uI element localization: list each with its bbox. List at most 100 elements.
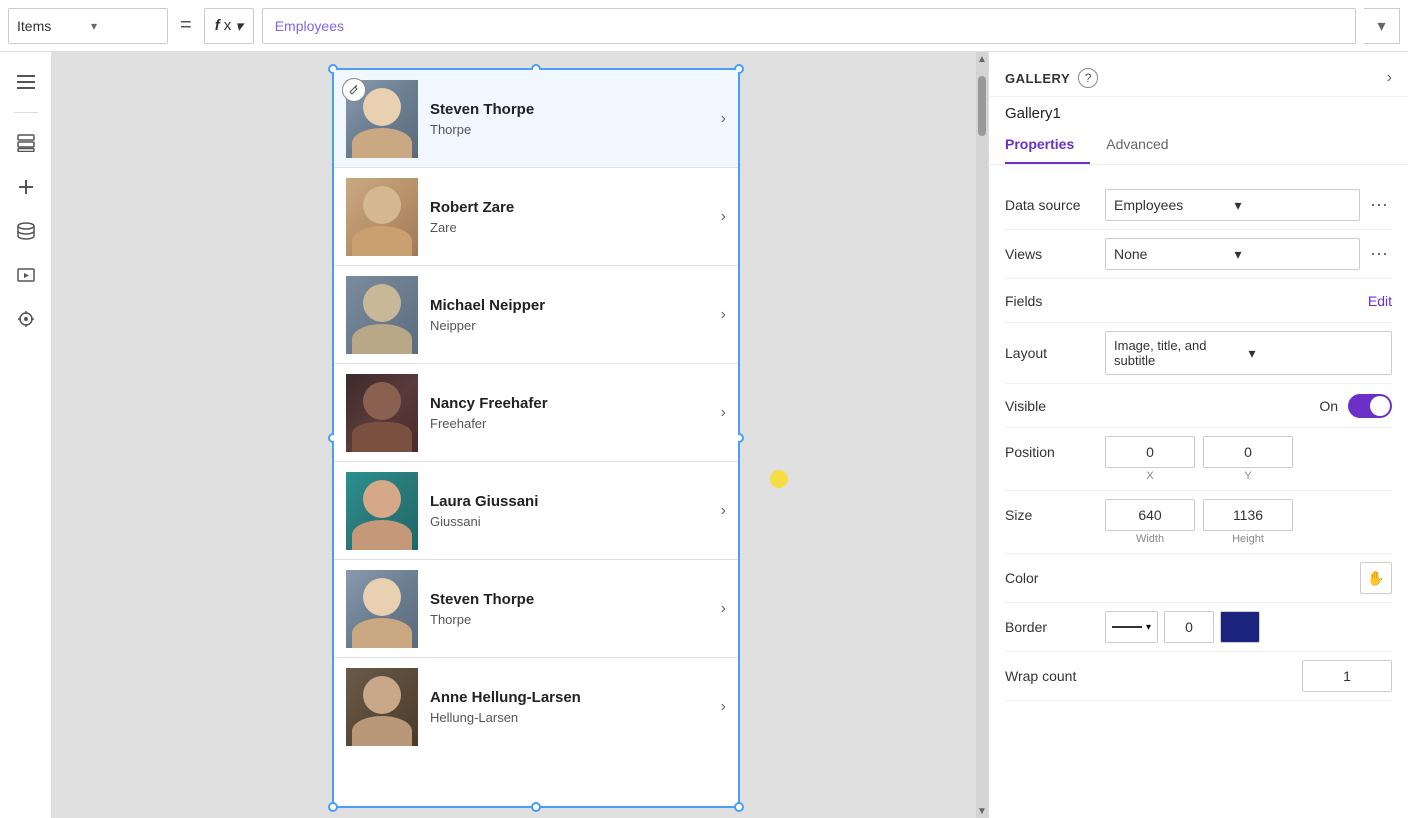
items-dropdown-chevron: ▾ [91,19,159,33]
views-label: Views [1005,246,1105,262]
data-source-label: Data source [1005,197,1105,213]
size-row: Size 640 Width 1136 Height [1005,491,1392,554]
color-control: ✋ [1105,562,1392,594]
gallery-container[interactable]: Steven Thorpe Thorpe › Robert Zare Zare … [332,68,740,808]
gallery-item[interactable]: Laura Giussani Giussani › [334,462,738,560]
gallery-item-arrow[interactable]: › [721,208,726,226]
size-width-field[interactable]: 640 [1105,499,1195,531]
wrap-count-field[interactable]: 1 [1302,660,1392,692]
visible-row: Visible On [1005,384,1392,428]
gallery-name: Gallery1 [989,97,1408,126]
gallery-item-subtitle: Zare [430,220,709,235]
gallery-item-title: Steven Thorpe [430,101,709,118]
help-icon[interactable]: ? [1078,68,1098,88]
data-source-dropdown[interactable]: Employees ▾ [1105,189,1360,221]
views-more[interactable]: ⋯ [1366,244,1392,265]
gallery-item-text: Michael Neipper Neipper [418,297,721,333]
gallery-item-arrow[interactable]: › [721,306,726,324]
fx-label: f [215,17,220,34]
gallery-item[interactable]: Steven Thorpe Thorpe › [334,560,738,658]
layout-dropdown[interactable]: Image, title, and subtitle ▾ [1105,331,1392,375]
data-source-chevron: ▾ [1235,197,1352,214]
border-number-field[interactable]: 0 [1164,611,1214,643]
edit-pencil-icon[interactable] [342,78,366,102]
wrap-count-label: Wrap count [1005,668,1105,684]
gallery-item-arrow[interactable]: › [721,600,726,618]
gallery-item-arrow[interactable]: › [721,502,726,520]
handle-bottom-middle[interactable] [531,802,541,812]
tab-advanced[interactable]: Advanced [1106,126,1184,164]
gallery-item-image [346,374,418,452]
media-icon[interactable] [8,257,44,293]
size-height-field[interactable]: 1136 [1203,499,1293,531]
data-source-row: Data source Employees ▾ ⋯ [1005,181,1392,230]
border-style-dropdown[interactable]: ▾ [1105,611,1158,643]
size-controls: 640 Width 1136 Height [1105,499,1392,545]
color-swatch[interactable]: ✋ [1360,562,1392,594]
cursor-dot [770,470,788,488]
position-y-group: 0 Y [1203,436,1293,482]
border-color-swatch[interactable] [1220,611,1260,643]
database-icon[interactable] [8,213,44,249]
gallery-item-image [346,668,418,746]
border-style-line [1112,626,1142,628]
layers-icon[interactable] [8,125,44,161]
wrap-count-control: 1 [1105,660,1392,692]
gallery-item-title: Laura Giussani [430,493,709,510]
formula-bar[interactable]: Employees [262,8,1356,44]
canvas-scrollbar[interactable]: ▲ ▼ [976,52,988,818]
gallery-item-arrow[interactable]: › [721,698,726,716]
layout-chevron: ▾ [1249,345,1384,362]
color-row: Color ✋ [1005,554,1392,603]
formula-value: Employees [275,18,344,34]
position-x-field[interactable]: 0 [1105,436,1195,468]
handle-bottom-left[interactable] [328,802,338,812]
scrollbar-track[interactable] [978,66,986,804]
visible-toggle[interactable] [1348,394,1392,418]
tab-properties[interactable]: Properties [1005,126,1090,164]
scrollbar-up-arrow[interactable]: ▲ [976,52,988,66]
toggle-thumb [1370,396,1390,416]
gallery-item-text: Anne Hellung-Larsen Hellung-Larsen [418,689,721,725]
canvas-area: Steven Thorpe Thorpe › Robert Zare Zare … [52,52,988,818]
tools-icon[interactable] [8,301,44,337]
left-toolbar [0,52,52,818]
gallery-item-arrow[interactable]: › [721,110,726,128]
tabs-row: Properties Advanced [989,126,1408,165]
gallery-item[interactable]: Anne Hellung-Larsen Hellung-Larsen › [334,658,738,756]
gallery-item[interactable]: Nancy Freehafer Freehafer › [334,364,738,462]
layout-label: Layout [1005,345,1105,361]
items-dropdown[interactable]: Items ▾ [8,8,168,44]
data-source-value: Employees [1114,197,1231,213]
data-source-more[interactable]: ⋯ [1366,195,1392,216]
right-panel-header: GALLERY ? › [989,52,1408,97]
scrollbar-down-arrow[interactable]: ▼ [976,804,988,818]
fx-button[interactable]: f x ▾ [204,8,254,44]
gallery-item[interactable]: Steven Thorpe Thorpe › [334,70,738,168]
panel-nav-arrow[interactable]: › [1387,69,1392,87]
position-y-field[interactable]: 0 [1203,436,1293,468]
items-dropdown-label: Items [17,18,85,34]
properties-section: Data source Employees ▾ ⋯ Views None ▾ [989,173,1408,709]
gallery-item[interactable]: Robert Zare Zare › [334,168,738,266]
formula-bar-chevron[interactable]: ▾ [1364,8,1400,44]
gallery-item-text: Laura Giussani Giussani [418,493,721,529]
border-style-chevron: ▾ [1146,622,1151,633]
views-row: Views None ▾ ⋯ [1005,230,1392,279]
color-label: Color [1005,570,1105,586]
handle-bottom-right[interactable] [734,802,744,812]
position-controls: 0 X 0 Y [1105,436,1392,482]
hamburger-icon[interactable] [8,64,44,100]
views-dropdown[interactable]: None ▾ [1105,238,1360,270]
position-x-label: X [1146,470,1153,482]
add-icon[interactable] [8,169,44,205]
gallery-item[interactable]: Michael Neipper Neipper › [334,266,738,364]
fields-row: Fields Edit [1005,279,1392,323]
gallery-item-arrow[interactable]: › [721,404,726,422]
fields-edit-link[interactable]: Edit [1368,293,1392,309]
data-source-control: Employees ▾ ⋯ [1105,189,1392,221]
gallery-item-title: Michael Neipper [430,297,709,314]
scrollbar-thumb[interactable] [978,76,986,136]
fields-control: Edit [1105,293,1392,309]
help-text: ? [1085,71,1092,85]
